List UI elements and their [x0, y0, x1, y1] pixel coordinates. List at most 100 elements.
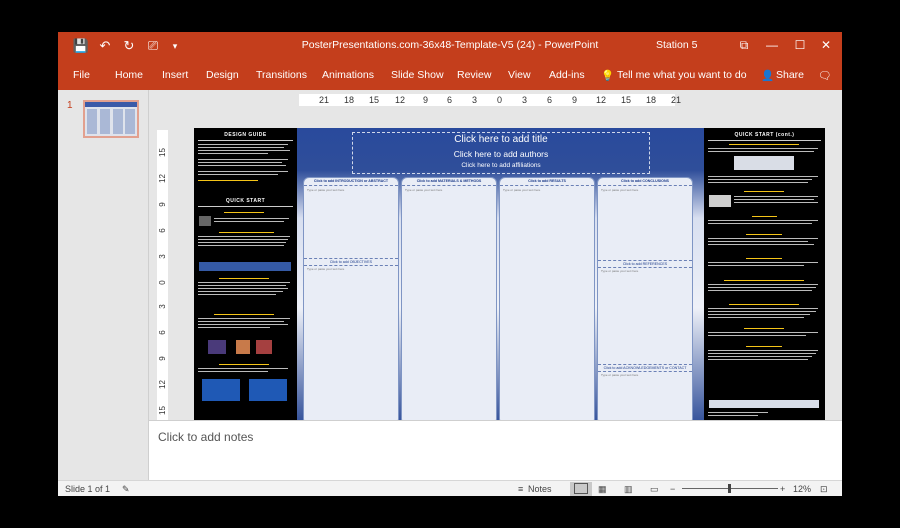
tab-animations[interactable]: Animations	[322, 69, 374, 81]
work-area: 1 21 18 15 12 9 6 3 0 3 6 9 12 15 18 21 …	[58, 90, 842, 481]
text-line	[708, 262, 818, 263]
column-heading[interactable]: Click to add CONCLUSIONS	[598, 178, 692, 186]
horizontal-ruler: 21 18 15 12 9 6 3 0 3 6 9 12 15 18 21	[299, 94, 681, 106]
ruler-tick: 9	[423, 95, 429, 105]
text-line	[198, 242, 286, 243]
divider	[708, 140, 821, 141]
poster-column[interactable]: Click to add MATERIALS & METHODS Type or…	[401, 177, 497, 425]
section-heading[interactable]: Click to add OBJECTIVES	[304, 258, 398, 266]
ruler-tick: 6	[547, 95, 553, 105]
reading-view-icon[interactable]: ▥	[624, 484, 633, 495]
minimize-icon[interactable]: —	[762, 36, 782, 54]
poster-column[interactable]: Click to add INTRODUCTION or ABSTRACT Ty…	[303, 177, 399, 425]
text-line	[708, 317, 804, 318]
column-body-text[interactable]: Type or paste your text here	[405, 188, 442, 192]
column-body-text[interactable]: Type or paste your text here	[307, 267, 344, 271]
column-body-text[interactable]: Type or paste your text here	[601, 269, 638, 273]
text-line	[219, 364, 269, 365]
column-heading[interactable]: Click to add MATERIALS & METHODS	[402, 178, 496, 186]
title-placeholder[interactable]: Click here to add title	[353, 134, 649, 145]
ruler-tick: 15	[369, 95, 380, 105]
tab-review[interactable]: Review	[457, 69, 491, 81]
title-bar: 💾 ↶ ↻ ⎚ ▾ PosterPresentations.com-36x48-…	[58, 32, 842, 60]
ruler-tick: 15	[158, 406, 167, 415]
tab-insert[interactable]: Insert	[162, 69, 188, 81]
column-body-text[interactable]: Type or paste your text here	[503, 188, 540, 192]
text-line	[708, 182, 808, 183]
zoom-in-button[interactable]: +	[780, 484, 785, 494]
column-heading[interactable]: Click to add INTRODUCTION or ABSTRACT	[304, 178, 398, 186]
affiliations-placeholder[interactable]: Click here to add affiliations	[353, 162, 649, 169]
text-line	[708, 265, 804, 266]
poster-center: Click here to add title Click here to ad…	[297, 128, 704, 428]
normal-view-icon[interactable]	[570, 482, 592, 496]
spell-check-icon[interactable]: ✎	[122, 484, 130, 495]
comments-icon[interactable]: 🗨	[818, 69, 831, 82]
thumbnail-header	[85, 102, 137, 107]
notes-icon[interactable]: ≡	[518, 484, 523, 494]
title-block[interactable]: Click here to add title Click here to ad…	[352, 132, 650, 174]
notes-button[interactable]: Notes	[528, 484, 552, 494]
text-line	[708, 179, 812, 180]
zoom-slider-thumb[interactable]	[728, 484, 731, 493]
text-line	[708, 335, 806, 336]
ribbon-display-options-icon[interactable]: ⧉	[734, 36, 754, 54]
tab-design[interactable]: Design	[206, 69, 239, 81]
divider	[198, 206, 293, 207]
authors-placeholder[interactable]: Click here to add authors	[353, 149, 649, 159]
account-name[interactable]: Station 5	[656, 39, 697, 51]
tab-add-ins[interactable]: Add-ins	[549, 69, 585, 81]
tab-home[interactable]: Home	[115, 69, 143, 81]
ruler-tick: 12	[158, 380, 167, 389]
sample-photo	[208, 340, 226, 354]
tab-file[interactable]: File	[73, 69, 90, 81]
text-line	[708, 356, 812, 357]
slide-number: 1	[67, 100, 73, 111]
text-line	[744, 191, 784, 192]
poster-column[interactable]: Click to add CONCLUSIONS Type or paste y…	[597, 177, 693, 425]
left-design-guide-panel[interactable]: DESIGN GUIDE QUICK START	[194, 128, 297, 428]
ruler-tick: 9	[572, 95, 578, 105]
text-line	[708, 223, 812, 224]
column-body-text[interactable]: Type or paste your text here	[307, 188, 344, 192]
zoom-level[interactable]: 12%	[793, 484, 811, 494]
tab-transitions[interactable]: Transitions	[256, 69, 307, 81]
notes-pane[interactable]: Click to add notes	[149, 420, 842, 481]
tab-slide-show[interactable]: Slide Show	[391, 69, 444, 81]
close-icon[interactable]: ✕	[816, 36, 836, 54]
slide-sorter-icon[interactable]: ▦	[598, 484, 607, 495]
slide-show-icon[interactable]: ▭	[650, 484, 659, 495]
zoom-out-button[interactable]: −	[670, 484, 675, 494]
quick-start-cont-title: QUICK START (cont.)	[734, 132, 795, 138]
ruler-tick: 18	[646, 95, 657, 105]
text-line	[734, 199, 814, 200]
column-heading[interactable]: Click to add RESULTS	[500, 178, 594, 186]
maximize-icon[interactable]: ☐	[790, 36, 810, 54]
text-line	[198, 327, 270, 328]
slide-thumbnail[interactable]	[83, 100, 139, 138]
text-line	[214, 314, 274, 315]
text-line	[198, 144, 288, 145]
share-button[interactable]: Share	[776, 69, 804, 81]
tell-me-search[interactable]: Tell me what you want to do	[617, 69, 747, 81]
thumbnail-column	[125, 109, 135, 134]
section-heading[interactable]: Click to add REFERENCES	[598, 260, 692, 268]
right-quick-start-panel[interactable]: QUICK START (cont.)	[704, 128, 825, 428]
poster-column[interactable]: Click to add RESULTS Type or paste your …	[499, 177, 595, 425]
column-body-text[interactable]: Type or paste your text here	[601, 373, 638, 377]
logo-strip	[199, 262, 291, 271]
column-body-text[interactable]: Type or paste your text here	[601, 188, 638, 192]
text-line	[729, 144, 799, 145]
ruler-tick: 12	[596, 95, 607, 105]
fit-slide-icon[interactable]: ⊡	[820, 484, 828, 495]
notes-placeholder[interactable]: Click to add notes	[158, 430, 253, 444]
text-line	[708, 241, 808, 242]
section-heading[interactable]: Click to add ACKNOWLEDGEMENTS or CONTACT	[598, 364, 692, 372]
status-bar: Slide 1 of 1 ✎ ≡ Notes ▦ ▥ ▭ − + 12% ⊡	[58, 480, 842, 496]
tab-view[interactable]: View	[508, 69, 531, 81]
text-line	[708, 308, 818, 309]
poster-slide[interactable]: DESIGN GUIDE QUICK START Click here to a…	[194, 128, 825, 428]
sample-photo	[256, 340, 272, 354]
text-line	[198, 147, 284, 148]
ruler-tick: 3	[158, 254, 167, 259]
